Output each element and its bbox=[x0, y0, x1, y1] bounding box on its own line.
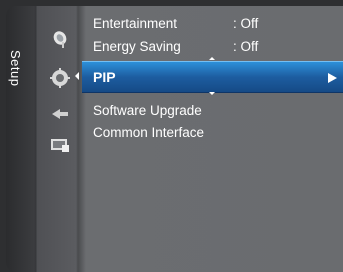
menu-item-entertainment[interactable]: Entertainment : Off bbox=[93, 14, 258, 34]
menu-item-common-interface[interactable]: Common Interface bbox=[93, 123, 204, 143]
menu-item-software-upgrade[interactable]: Software Upgrade bbox=[93, 101, 202, 121]
menu-item-label: Energy Saving bbox=[93, 39, 181, 54]
selection-indicator bbox=[75, 72, 79, 80]
icon-column bbox=[42, 6, 80, 272]
menu-item-label: Common Interface bbox=[93, 125, 205, 140]
menu-item-pip[interactable]: PIP bbox=[82, 61, 343, 93]
support-icon[interactable] bbox=[50, 137, 70, 155]
category-label: Setup bbox=[8, 50, 23, 87]
menu-item-energy-saving[interactable]: Energy Saving : Off bbox=[93, 37, 258, 57]
tv-osd-screen: Setup Entertainment: Off Energy Saving … bbox=[0, 0, 343, 272]
menu-item-label: Software Upgrade bbox=[93, 103, 202, 118]
menu-panel: Entertainment : Off Energy Saving : Off … bbox=[82, 6, 343, 272]
menu-item-label: PIP bbox=[93, 69, 116, 85]
submenu-arrow-icon bbox=[328, 73, 337, 83]
gear-icon[interactable] bbox=[50, 68, 70, 88]
scroll-up-icon bbox=[209, 57, 215, 60]
input-icon[interactable] bbox=[50, 107, 70, 125]
menu-item-value: : Off bbox=[233, 39, 259, 54]
category-tab: Setup bbox=[6, 6, 30, 272]
menu-item-value: : Off bbox=[233, 16, 259, 31]
scroll-down-icon bbox=[209, 92, 215, 95]
satellite-dish-icon[interactable] bbox=[50, 30, 70, 48]
menu-item-label: Entertainment bbox=[93, 16, 178, 31]
